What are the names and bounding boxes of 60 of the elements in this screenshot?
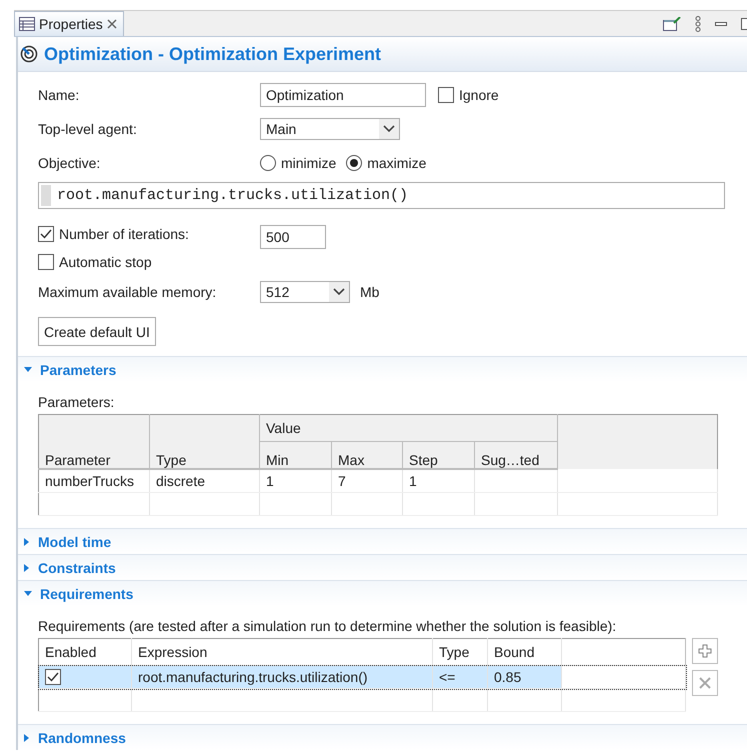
minimize-icon[interactable] (715, 22, 727, 26)
chevron-down-icon (333, 288, 345, 296)
table-icon (19, 17, 35, 31)
delete-icon (699, 677, 711, 689)
table-cell: 1 (402, 469, 474, 492)
plus-icon (698, 644, 712, 658)
column-header: Type (432, 638, 488, 666)
field-label: Objective: (38, 155, 102, 171)
add-button[interactable] (692, 638, 718, 664)
expanded-triangle-icon[interactable] (24, 590, 32, 596)
checkbox[interactable] (438, 87, 454, 103)
table-cell: <= (432, 666, 488, 688)
agent-dropdown[interactable]: Main (260, 118, 400, 140)
objective-expression-field[interactable]: root.manufacturing.trucks.utilization() (38, 182, 725, 209)
column-group-header: Value (260, 414, 558, 442)
table-cell: root.manufacturing.trucks.utilization() (132, 666, 432, 688)
column-header: Min (260, 442, 332, 469)
checkbox[interactable] (38, 254, 54, 270)
column-header: Max (332, 442, 402, 469)
collapsed-triangle-icon[interactable] (24, 734, 30, 742)
table-cell: discrete (150, 469, 260, 492)
unit-label: Mb (360, 284, 380, 300)
table-caption: Parameters: (38, 394, 116, 410)
iterations-field[interactable]: 500 (260, 225, 326, 249)
panel-title: Optimization - Optimization Experiment (44, 44, 382, 64)
properties-tab[interactable]: Properties (14, 11, 124, 36)
radio-label: maximize (367, 155, 426, 171)
collapsed-triangle-icon[interactable] (24, 538, 30, 546)
radio-label: minimize (281, 155, 336, 171)
column-header: Step (402, 442, 474, 469)
field-label: Top-level agent: (38, 121, 138, 137)
column-header: Enabled (38, 638, 132, 666)
checkbox[interactable] (45, 668, 61, 684)
column-header: Parameter (38, 414, 150, 469)
collapsed-triangle-icon[interactable] (24, 564, 30, 572)
checkbox-label: Number of iterations: (59, 226, 189, 242)
expanded-triangle-icon[interactable] (24, 366, 32, 372)
table-cell: 0.85 (488, 666, 562, 688)
table-cell: 7 (332, 469, 402, 492)
table-cell: numberTrucks (38, 469, 150, 492)
checkbox-label: Automatic stop (59, 254, 152, 270)
table-caption: Requirements (are tested after a simulation run to determine whether the solution is feasible): (38, 618, 618, 634)
column-header: Sug…ted (474, 442, 558, 469)
field-label: Maximum available memory: (38, 284, 218, 300)
more-icon[interactable] (695, 16, 701, 32)
name-field[interactable]: Optimization (260, 83, 426, 107)
column-header: Bound (488, 638, 562, 666)
memory-dropdown[interactable]: 512 (260, 281, 350, 303)
checkbox[interactable] (38, 226, 54, 242)
create-default-ui-button[interactable]: Create default UI (38, 317, 156, 346)
radio-button[interactable] (260, 155, 276, 171)
column-header: Expression (132, 638, 432, 666)
chevron-down-icon (383, 125, 395, 133)
table-cell: 1 (260, 469, 332, 492)
radio-button[interactable] (346, 155, 362, 171)
close-icon[interactable] (106, 19, 117, 29)
checkbox-label: Ignore (459, 87, 499, 103)
column-header: Type (150, 414, 260, 469)
maximize-icon[interactable] (741, 18, 747, 30)
field-label: Name: (38, 87, 80, 103)
